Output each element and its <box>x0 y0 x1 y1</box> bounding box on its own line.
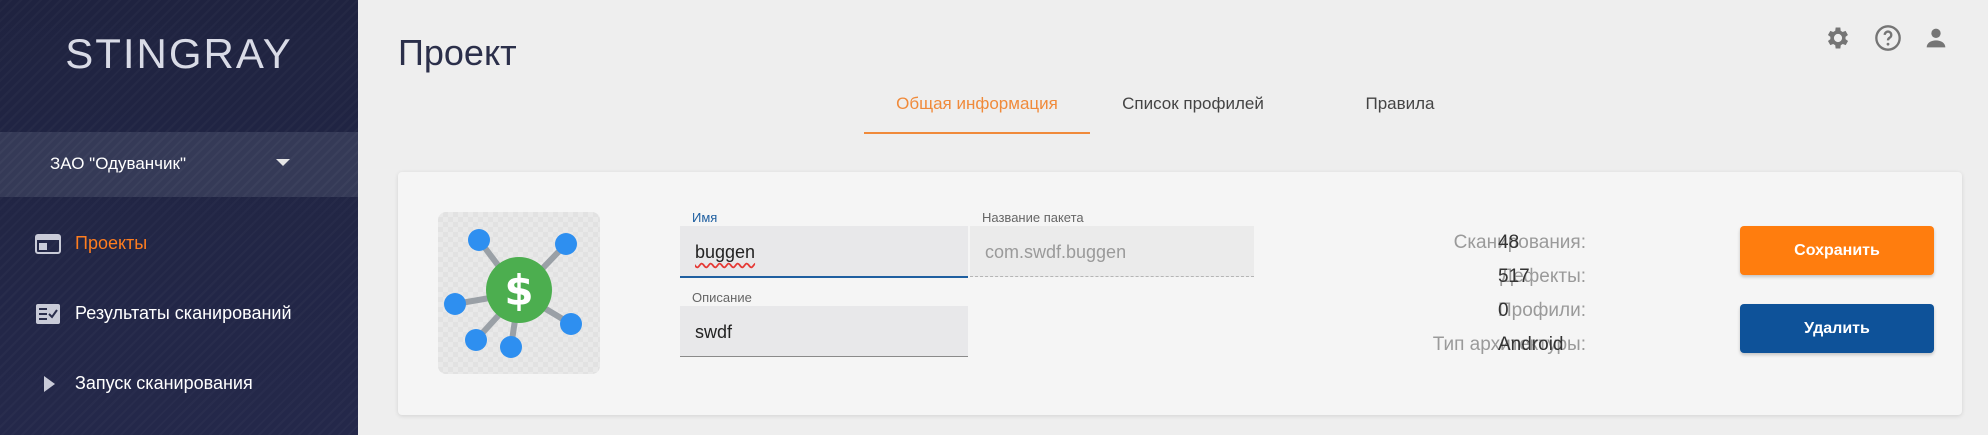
sidebar-item-label: Результаты сканирований <box>75 303 292 323</box>
description-label: Описание <box>692 290 752 305</box>
package-name-field: Название пакета com.swdf.buggen <box>970 210 1254 277</box>
tab-profile-list[interactable]: Список профилей <box>1100 90 1286 132</box>
sidebar-item-label: Запуск сканирования <box>75 373 253 393</box>
sidebar-item-projects[interactable]: Проекты <box>0 213 358 273</box>
tab-rules[interactable]: Правила <box>1330 90 1470 132</box>
project-thumbnail: $ <box>438 212 600 374</box>
delete-button[interactable]: Удалить <box>1740 304 1934 353</box>
package-name-label: Название пакета <box>982 210 1084 225</box>
settings-icon[interactable] <box>1824 24 1852 52</box>
projects-icon <box>35 233 61 255</box>
stat-label: Профили: <box>1497 300 1586 321</box>
help-icon[interactable] <box>1874 24 1902 52</box>
stat-value: 48 <box>1498 232 1520 253</box>
stat-value: Android <box>1498 334 1564 355</box>
chevron-down-icon <box>276 159 290 166</box>
package-name-input: com.swdf.buggen <box>985 242 1127 262</box>
sidebar-item-start-scan[interactable]: Запуск сканирования <box>0 353 358 413</box>
sidebar: STINGRAY ЗАО "Одуванчик" Проекты Результ… <box>0 0 358 435</box>
user-icon[interactable] <box>1922 24 1950 52</box>
page-title: Проект <box>398 32 517 73</box>
description-field[interactable]: Описание swdf <box>680 290 968 357</box>
app-logo: STINGRAY <box>65 30 293 77</box>
tab-general-info[interactable]: Общая информация <box>864 90 1090 134</box>
project-card: $ Имя buggen Название пакета com.swdf.bu… <box>398 172 1962 415</box>
play-icon <box>35 373 61 395</box>
sidebar-item-scan-results[interactable]: Результаты сканирований <box>0 283 358 343</box>
save-button[interactable]: Сохранить <box>1740 226 1934 275</box>
stat-value: 517 <box>1498 266 1530 287</box>
org-selector[interactable]: ЗАО "Одуванчик" <box>0 132 358 197</box>
name-label: Имя <box>692 210 718 225</box>
name-field[interactable]: Имя buggen <box>680 210 968 278</box>
name-input[interactable]: buggen <box>695 242 755 263</box>
project-logo-icon: $ <box>444 229 582 358</box>
svg-text:$: $ <box>504 266 533 315</box>
sidebar-item-label: Проекты <box>75 233 148 253</box>
org-name: ЗАО "Одуванчик" <box>50 154 186 173</box>
scan-results-icon <box>35 303 61 325</box>
stat-value: 0 <box>1498 300 1509 321</box>
description-input[interactable]: swdf <box>695 322 732 343</box>
stat-label: Сканирования: <box>1453 232 1586 253</box>
